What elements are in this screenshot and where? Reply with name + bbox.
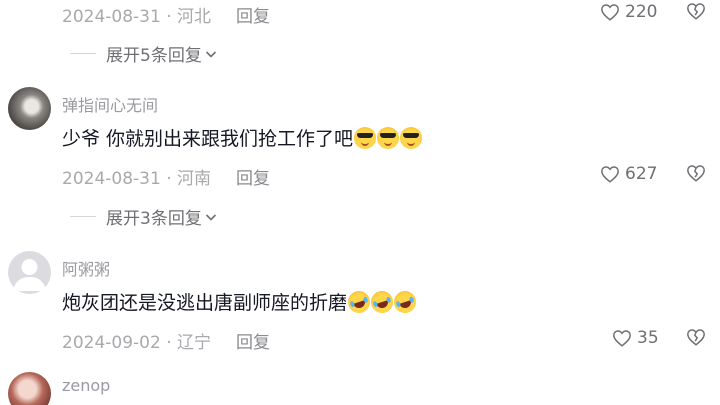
broken-heart-icon xyxy=(687,3,705,20)
meta-separator: · xyxy=(166,333,172,353)
reply-button[interactable]: 回复 xyxy=(236,2,270,27)
comment-username[interactable]: zenop xyxy=(62,376,110,395)
broken-heart-icon xyxy=(687,329,705,346)
comment-content: 炮灰团还是没逃出唐副师座的折磨 xyxy=(62,288,419,316)
dislike-button[interactable] xyxy=(686,2,706,24)
expand-replies-button[interactable]: 展开3条回复 xyxy=(70,204,217,229)
comment-content: 少爷 你就别出来跟我们抢工作了吧 xyxy=(62,124,423,151)
heart-outline-icon xyxy=(601,4,619,21)
comment-item: 阿粥粥 炮灰团还是没逃出唐副师座的折磨 2024-09-02 · 辽宁 回复 3… xyxy=(0,248,720,358)
expand-divider xyxy=(70,53,96,54)
comment-text: 炮灰团还是没逃出唐副师座的折磨 xyxy=(62,292,348,314)
like-count: 220 xyxy=(625,2,658,22)
avatar[interactable] xyxy=(8,87,51,130)
comment-date: 2024-08-31 xyxy=(62,169,161,189)
comment-region: 河北 xyxy=(177,7,212,27)
like-button[interactable]: 35 xyxy=(612,328,659,348)
like-count: 35 xyxy=(637,328,659,348)
comment-meta: 2024-08-31 · 河北 xyxy=(62,2,211,27)
expand-divider xyxy=(70,216,96,217)
dislike-button[interactable] xyxy=(686,164,706,186)
heart-outline-icon xyxy=(601,166,619,183)
comment-username[interactable]: 阿粥粥 xyxy=(62,256,110,280)
comment-date: 2024-09-02 xyxy=(62,333,161,353)
comment-username[interactable]: 弹指间心无间 xyxy=(62,92,158,116)
default-avatar-icon xyxy=(13,259,46,291)
expand-replies-label: 展开5条回复 xyxy=(106,46,202,66)
expand-replies-button[interactable]: 展开5条回复 xyxy=(70,41,217,66)
comment-meta: 2024-08-31 · 河南 xyxy=(62,164,211,189)
rolling-laughing-emoji xyxy=(391,288,419,316)
like-button[interactable]: 627 xyxy=(600,164,657,184)
like-count: 627 xyxy=(625,164,658,184)
sunglasses-emoji xyxy=(400,127,423,149)
chevron-down-icon xyxy=(205,207,217,227)
rolling-laughing-emoji xyxy=(345,288,373,316)
meta-separator: · xyxy=(166,7,172,27)
comment-date: 2024-08-31 xyxy=(62,7,161,27)
sunglasses-emoji xyxy=(354,127,377,149)
comment-region: 河南 xyxy=(177,169,212,189)
rolling-laughing-emoji xyxy=(368,288,396,316)
comment-item: zenop xyxy=(0,370,720,405)
comment-meta: 2024-09-02 · 辽宁 xyxy=(62,328,211,353)
comment-region: 辽宁 xyxy=(177,333,212,353)
dislike-button[interactable] xyxy=(686,328,706,350)
chevron-down-icon xyxy=(205,44,217,64)
avatar[interactable] xyxy=(8,251,51,294)
comment-text: 少爷 你就别出来跟我们抢工作了吧 xyxy=(62,128,354,150)
comment-item: 弹指间心无间 少爷 你就别出来跟我们抢工作了吧 2024-08-31 · 河南 … xyxy=(0,84,720,234)
reply-button[interactable]: 回复 xyxy=(236,328,270,353)
meta-separator: · xyxy=(166,169,172,189)
heart-outline-icon xyxy=(613,330,631,347)
like-button[interactable]: 220 xyxy=(600,2,657,22)
expand-replies-label: 展开3条回复 xyxy=(106,209,202,229)
broken-heart-icon xyxy=(687,165,705,182)
comment-item: 2024-08-31 · 河北 回复 220 展开5条回复 xyxy=(0,0,720,70)
reply-button[interactable]: 回复 xyxy=(236,164,270,189)
sunglasses-emoji xyxy=(377,127,400,149)
avatar[interactable] xyxy=(8,372,51,405)
